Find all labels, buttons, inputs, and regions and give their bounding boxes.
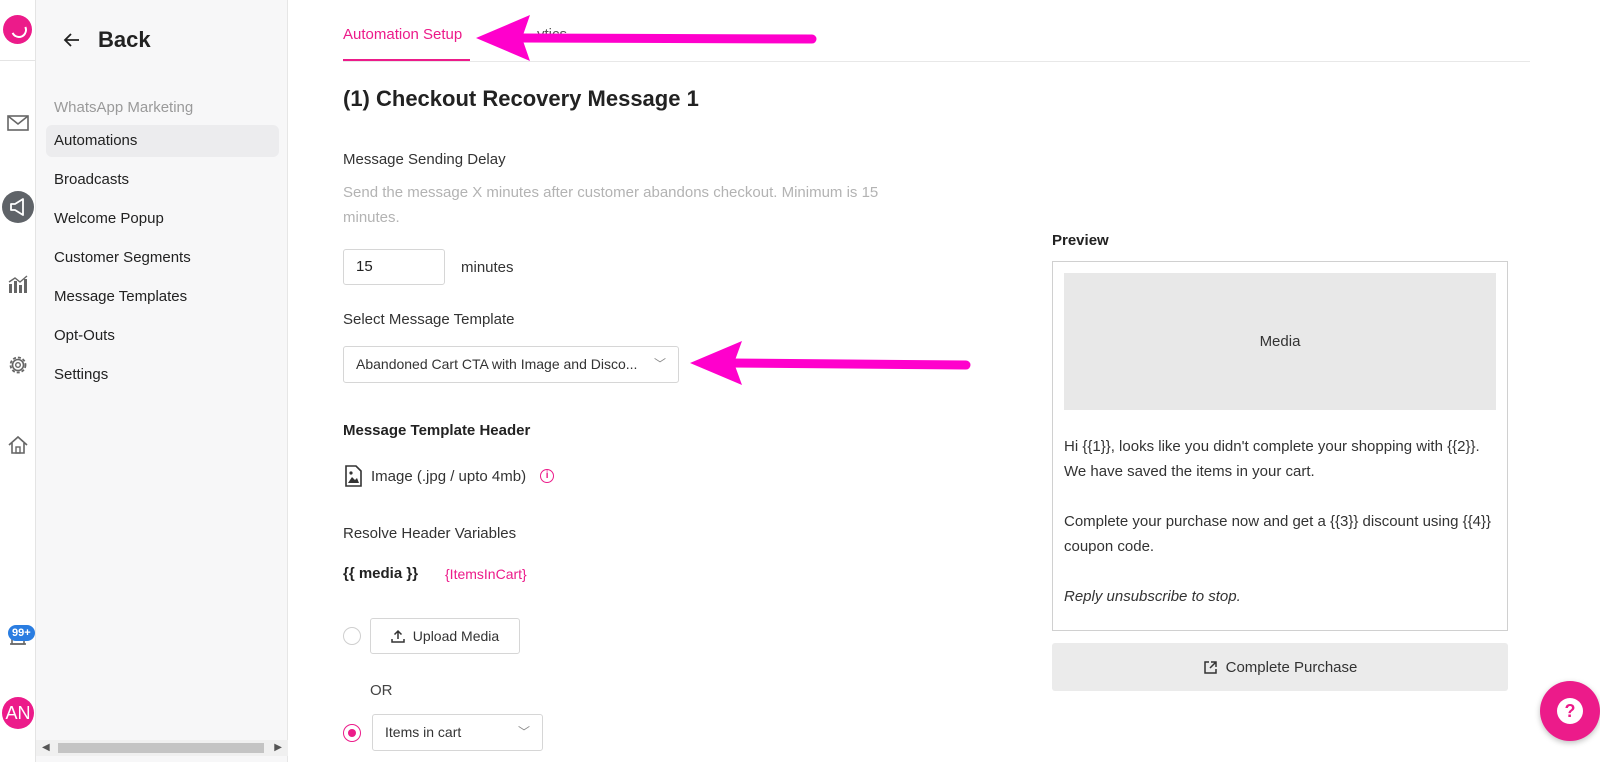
delay-help-text: Send the message X minutes after custome…	[343, 184, 879, 226]
sidebar-item-welcome-popup[interactable]: Welcome Popup	[46, 203, 279, 235]
preview-card: Media Hi {{1}}, looks like you didn't co…	[1052, 261, 1508, 631]
sidebar-item-settings[interactable]: Settings	[46, 359, 279, 391]
variable-name: {{ media }}	[343, 565, 419, 582]
main-content: Automation Setup ytics (1) Checkout Reco…	[288, 0, 1600, 762]
scrollbar-thumb[interactable]	[58, 743, 264, 753]
preview-body-line-2: Complete your purchase now and get a {{3…	[1064, 513, 1491, 555]
megaphone-icon[interactable]	[1, 190, 35, 224]
sidebar-item-message-templates[interactable]: Message Templates	[46, 281, 279, 313]
sidebar-item-opt-outs[interactable]: Opt-Outs	[46, 320, 279, 352]
preview-body-line-1: Hi {{1}}, looks like you didn't complete…	[1064, 438, 1480, 480]
upload-media-radio[interactable]	[343, 627, 361, 645]
preview-footer: Reply unsubscribe to stop.	[1064, 588, 1241, 605]
help-button[interactable]: ?	[1540, 681, 1600, 741]
tab-analytics[interactable]: ytics	[537, 26, 567, 43]
template-select[interactable]: Abandoned Cart CTA with Image and Disco.…	[343, 346, 679, 383]
arrow-left-icon	[63, 33, 79, 47]
rail-divider	[0, 60, 36, 61]
sidebar-item-broadcasts[interactable]: Broadcasts	[46, 164, 279, 196]
template-select-label: Select Message Template	[343, 311, 515, 328]
or-separator: OR	[370, 682, 393, 699]
scroll-left-icon[interactable]: ◀	[42, 742, 50, 753]
delay-minutes-input[interactable]: 15	[343, 249, 445, 285]
sidebar-nav: Automations Broadcasts Welcome Popup Cus…	[46, 125, 279, 398]
sidebar-section-title: WhatsApp Marketing	[54, 99, 194, 116]
upload-media-label: Upload Media	[412, 628, 500, 644]
header-section-title: Message Template Header	[343, 422, 531, 439]
upload-media-button[interactable]: Upload Media	[370, 618, 520, 654]
brand-logo[interactable]	[3, 15, 32, 44]
tab-bar: Automation Setup ytics	[343, 0, 1530, 62]
items-source-value: Items in cart	[385, 724, 462, 740]
icon-rail: 99+ AN	[0, 0, 36, 762]
preview-title: Preview	[1052, 232, 1109, 249]
mail-icon[interactable]	[5, 110, 31, 136]
tab-automation-setup[interactable]: Automation Setup	[343, 26, 462, 43]
info-icon[interactable]: i	[540, 469, 555, 483]
header-type-row: Image (.jpg / upto 4mb) i	[343, 465, 555, 487]
template-select-value: Abandoned Cart CTA with Image and Disco.…	[356, 356, 638, 372]
delay-unit: minutes	[461, 259, 514, 276]
question-icon: ?	[1557, 698, 1583, 724]
sidebar-item-automations[interactable]: Automations	[46, 125, 279, 157]
preview-cta-button[interactable]: Complete Purchase	[1052, 643, 1508, 691]
preview-cta-label: Complete Purchase	[1225, 658, 1358, 676]
header-type-text: Image (.jpg / upto 4mb)	[371, 467, 527, 485]
page-title: (1) Checkout Recovery Message 1	[343, 86, 699, 111]
resolve-variables-label: Resolve Header Variables	[343, 525, 517, 542]
external-link-icon	[1203, 660, 1217, 674]
preview-media-placeholder: Media	[1064, 273, 1496, 410]
gear-icon[interactable]	[5, 352, 31, 378]
upload-icon	[391, 629, 405, 643]
image-file-icon	[345, 465, 362, 487]
chevron-down-icon: ﹀	[517, 725, 530, 739]
items-in-cart-radio[interactable]	[343, 724, 361, 742]
variable-value: {ItemsInCart}	[445, 566, 527, 582]
home-icon[interactable]	[5, 432, 31, 458]
notification-badge: 99+	[8, 625, 35, 641]
delay-label: Message Sending Delay	[343, 151, 506, 168]
items-source-select[interactable]: Items in cart ﹀	[372, 714, 543, 751]
active-tab-indicator	[343, 59, 470, 61]
chevron-down-icon: ﹀	[653, 357, 666, 371]
back-button[interactable]: Back	[62, 27, 151, 53]
sidebar: Back WhatsApp Marketing Automations Broa…	[36, 0, 288, 762]
sidebar-horizontal-scrollbar[interactable]: ◀ ▶	[36, 740, 288, 756]
sidebar-item-customer-segments[interactable]: Customer Segments	[46, 242, 279, 274]
analytics-icon[interactable]	[5, 271, 31, 297]
avatar[interactable]: AN	[2, 697, 34, 729]
back-label: Back	[98, 27, 151, 52]
scroll-right-icon[interactable]: ▶	[274, 742, 282, 753]
